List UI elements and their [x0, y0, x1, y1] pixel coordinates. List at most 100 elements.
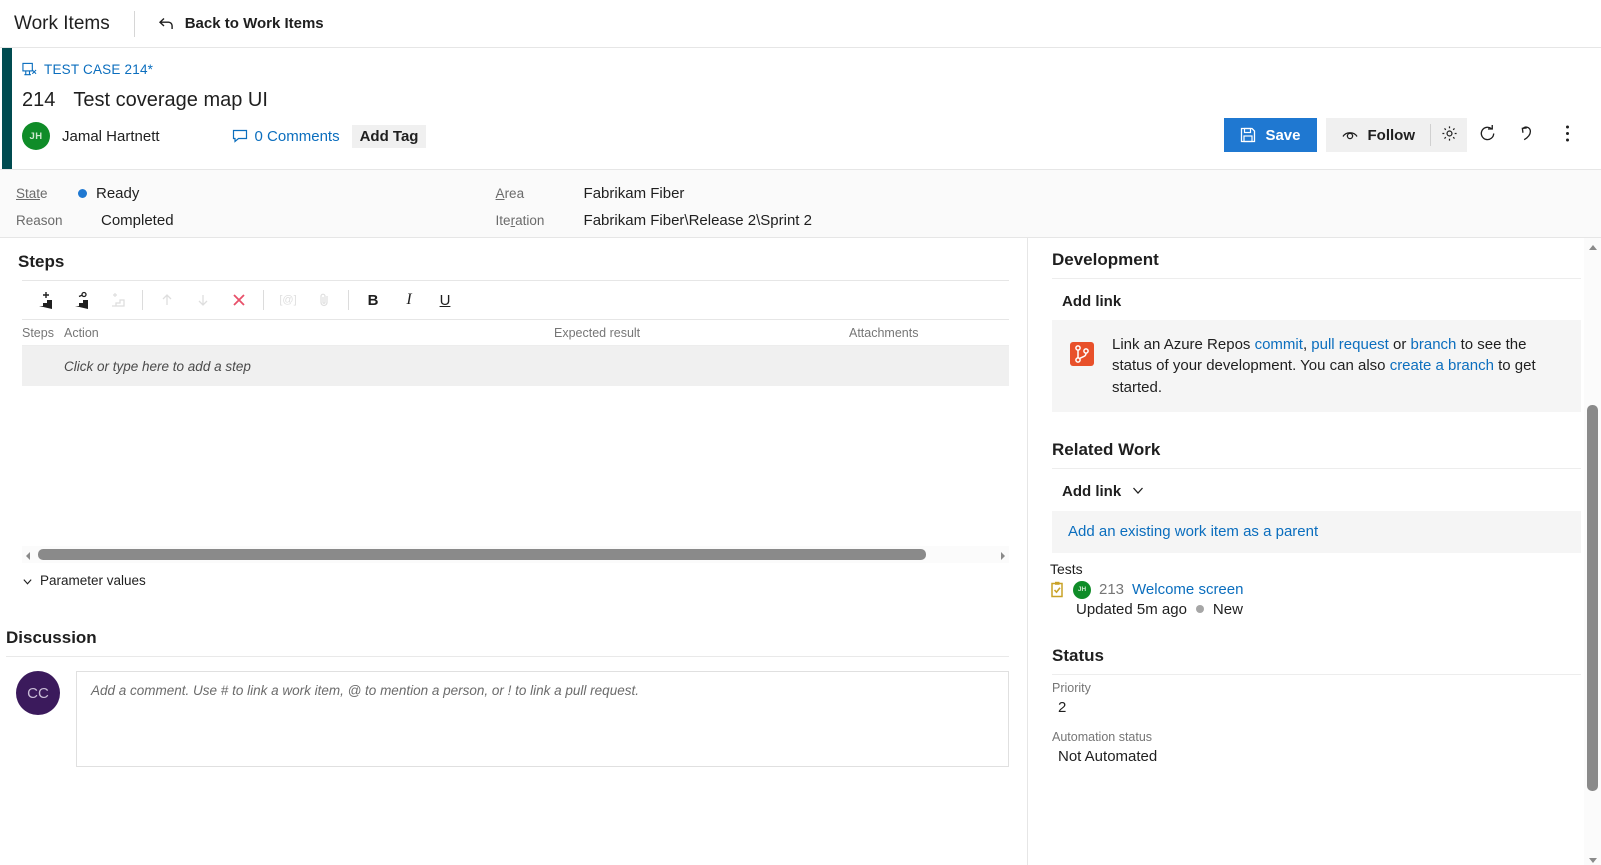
related-work-item-state: New: [1212, 600, 1243, 618]
back-to-work-items-link[interactable]: Back to Work Items: [135, 15, 324, 33]
column-header-action: Action: [64, 325, 99, 340]
reason-field-label: Reason: [16, 213, 63, 228]
scroll-thumb[interactable]: [38, 549, 927, 560]
settings-button[interactable]: [1431, 118, 1467, 152]
insert-parameter-icon[interactable]: [@]: [270, 283, 306, 317]
state-text: Ready: [96, 185, 140, 202]
follow-button[interactable]: Follow: [1326, 118, 1431, 152]
insert-shared-steps-icon[interactable]: [64, 283, 100, 317]
chevron-down-icon: [22, 575, 33, 586]
discussion-heading: Discussion: [6, 628, 97, 647]
iteration-field-label: Iteration: [495, 213, 545, 228]
insert-step-icon[interactable]: [28, 283, 64, 317]
scroll-track[interactable]: [1584, 256, 1601, 850]
create-shared-steps-icon[interactable]: [100, 283, 136, 317]
attach-file-icon[interactable]: [306, 283, 342, 317]
related-work-item[interactable]: JH 213 Welcome screen Updated 5m ago New: [1050, 580, 1581, 618]
divider: [1052, 278, 1581, 279]
more-actions-button[interactable]: [1547, 118, 1587, 152]
add-parent-row[interactable]: Add an existing work item as a parent: [1052, 510, 1581, 553]
scroll-down-arrow-icon[interactable]: [1587, 853, 1599, 865]
italic-icon[interactable]: I: [391, 283, 427, 317]
work-item-title[interactable]: Test coverage map UI: [73, 89, 268, 112]
test-case-clipboard-icon: [1050, 581, 1065, 598]
fields-column-left: State Ready Reason Completed: [0, 180, 174, 234]
related-work-add-link-button[interactable]: Add link: [1062, 483, 1581, 501]
avatar[interactable]: CC: [16, 671, 60, 715]
area-field-value: Fabrikam Fiber: [583, 185, 685, 202]
work-item-type-label[interactable]: TEST CASE 214*: [44, 62, 153, 77]
assigned-to-label[interactable]: Jamal Hartnett: [62, 128, 160, 145]
work-item-id: 214: [22, 89, 56, 111]
create-a-branch-link[interactable]: create a branch: [1390, 357, 1494, 374]
state-color-dot: [1195, 605, 1204, 614]
iteration-field[interactable]: Iteration Fabrikam Fiber\Release 2\Sprin…: [496, 207, 812, 234]
comments-count-label: 0 Comments: [254, 127, 340, 145]
work-item-header: TEST CASE 214* 214 Test coverage map UI …: [0, 48, 1601, 170]
work-item-page: Work Items Back to Work Items TEST CASE …: [0, 0, 1601, 865]
save-button-label: Save: [1265, 126, 1301, 144]
underline-icon[interactable]: U: [427, 283, 463, 317]
branch-link[interactable]: branch: [1411, 336, 1457, 353]
move-up-icon[interactable]: [149, 283, 185, 317]
divider: [1052, 467, 1581, 469]
work-item-toolbar: Save Follow: [1224, 118, 1587, 152]
steps-section-header: Steps: [0, 238, 1027, 280]
automation-status-field[interactable]: Automation status Not Automated: [1052, 730, 1581, 765]
add-existing-parent-link[interactable]: Add an existing work item as a parent: [1068, 523, 1318, 540]
avatar: JH: [1073, 580, 1091, 599]
azure-repos-icon: [1068, 340, 1096, 368]
bold-icon[interactable]: B: [355, 283, 391, 317]
divider: [1052, 673, 1581, 675]
comments-link[interactable]: 0 Comments: [232, 128, 340, 145]
development-heading: Development: [1052, 250, 1159, 269]
dev-text-1: Link an Azure Repos: [1112, 336, 1255, 353]
follow-button-group: Follow: [1325, 118, 1467, 152]
scroll-thumb[interactable]: [1587, 404, 1598, 791]
state-color-dot: [78, 189, 87, 198]
area-field[interactable]: Area Fabrikam Fiber: [496, 180, 812, 207]
parameter-values-toggle[interactable]: Parameter values: [22, 573, 1027, 588]
add-tag-button[interactable]: Add Tag: [351, 124, 427, 148]
parameter-values-label: Parameter values: [40, 573, 146, 588]
steps-empty-row[interactable]: Click or type here to add a step: [22, 346, 1009, 386]
steps-toolbar: [@] B I U: [22, 280, 1009, 320]
related-work-item-name[interactable]: Welcome screen: [1132, 581, 1243, 598]
refresh-button[interactable]: [1467, 118, 1507, 152]
steps-grid-header: Steps Action Expected result Attachments: [22, 320, 1009, 346]
reason-field-value: Completed: [101, 212, 174, 229]
priority-field[interactable]: Priority 2: [1052, 681, 1581, 716]
column-header-expected-result: Expected result: [554, 325, 641, 340]
scroll-track[interactable]: [38, 549, 993, 560]
avatar[interactable]: JH: [22, 122, 50, 150]
development-add-link-button[interactable]: Add link: [1062, 293, 1581, 310]
reason-field[interactable]: Reason Completed: [16, 207, 174, 234]
comment-input[interactable]: Add a comment. Use # to link a work item…: [76, 671, 1009, 767]
automation-status-value: Not Automated: [1058, 747, 1158, 765]
details-vertical-scrollbar[interactable]: [1584, 238, 1601, 865]
status-heading: Status: [1052, 645, 1104, 665]
undo-icon: [1518, 124, 1537, 146]
undo-button[interactable]: [1507, 118, 1547, 152]
scroll-up-arrow-icon[interactable]: [1587, 241, 1599, 253]
gear-icon: [1441, 125, 1458, 145]
top-navigation-bar: Work Items Back to Work Items: [0, 0, 1601, 48]
related-work-item-id: 213: [1099, 581, 1125, 599]
save-button[interactable]: Save: [1224, 118, 1317, 152]
commit-link[interactable]: commit: [1255, 336, 1303, 353]
delete-step-icon[interactable]: [221, 283, 257, 317]
scroll-right-arrow-icon[interactable]: [997, 549, 1009, 561]
related-work-item-title-row: JH 213 Welcome screen: [1050, 580, 1581, 599]
save-disk-icon: [1240, 127, 1256, 143]
scroll-left-arrow-icon[interactable]: [22, 549, 34, 561]
move-down-icon[interactable]: [185, 283, 221, 317]
eye-icon: [1341, 126, 1359, 144]
more-vertical-icon: [1565, 124, 1570, 146]
pull-request-link[interactable]: pull request: [1311, 336, 1389, 353]
state-field[interactable]: State Ready: [16, 180, 174, 207]
steps-horizontal-scrollbar[interactable]: [22, 546, 1009, 563]
state-field-value: Ready: [78, 185, 139, 202]
development-empty-state: Link an Azure Repos commit, pull request…: [1052, 320, 1581, 412]
follow-button-label: Follow: [1367, 126, 1416, 144]
related-work-item-meta: Updated 5m ago New: [1076, 601, 1581, 618]
